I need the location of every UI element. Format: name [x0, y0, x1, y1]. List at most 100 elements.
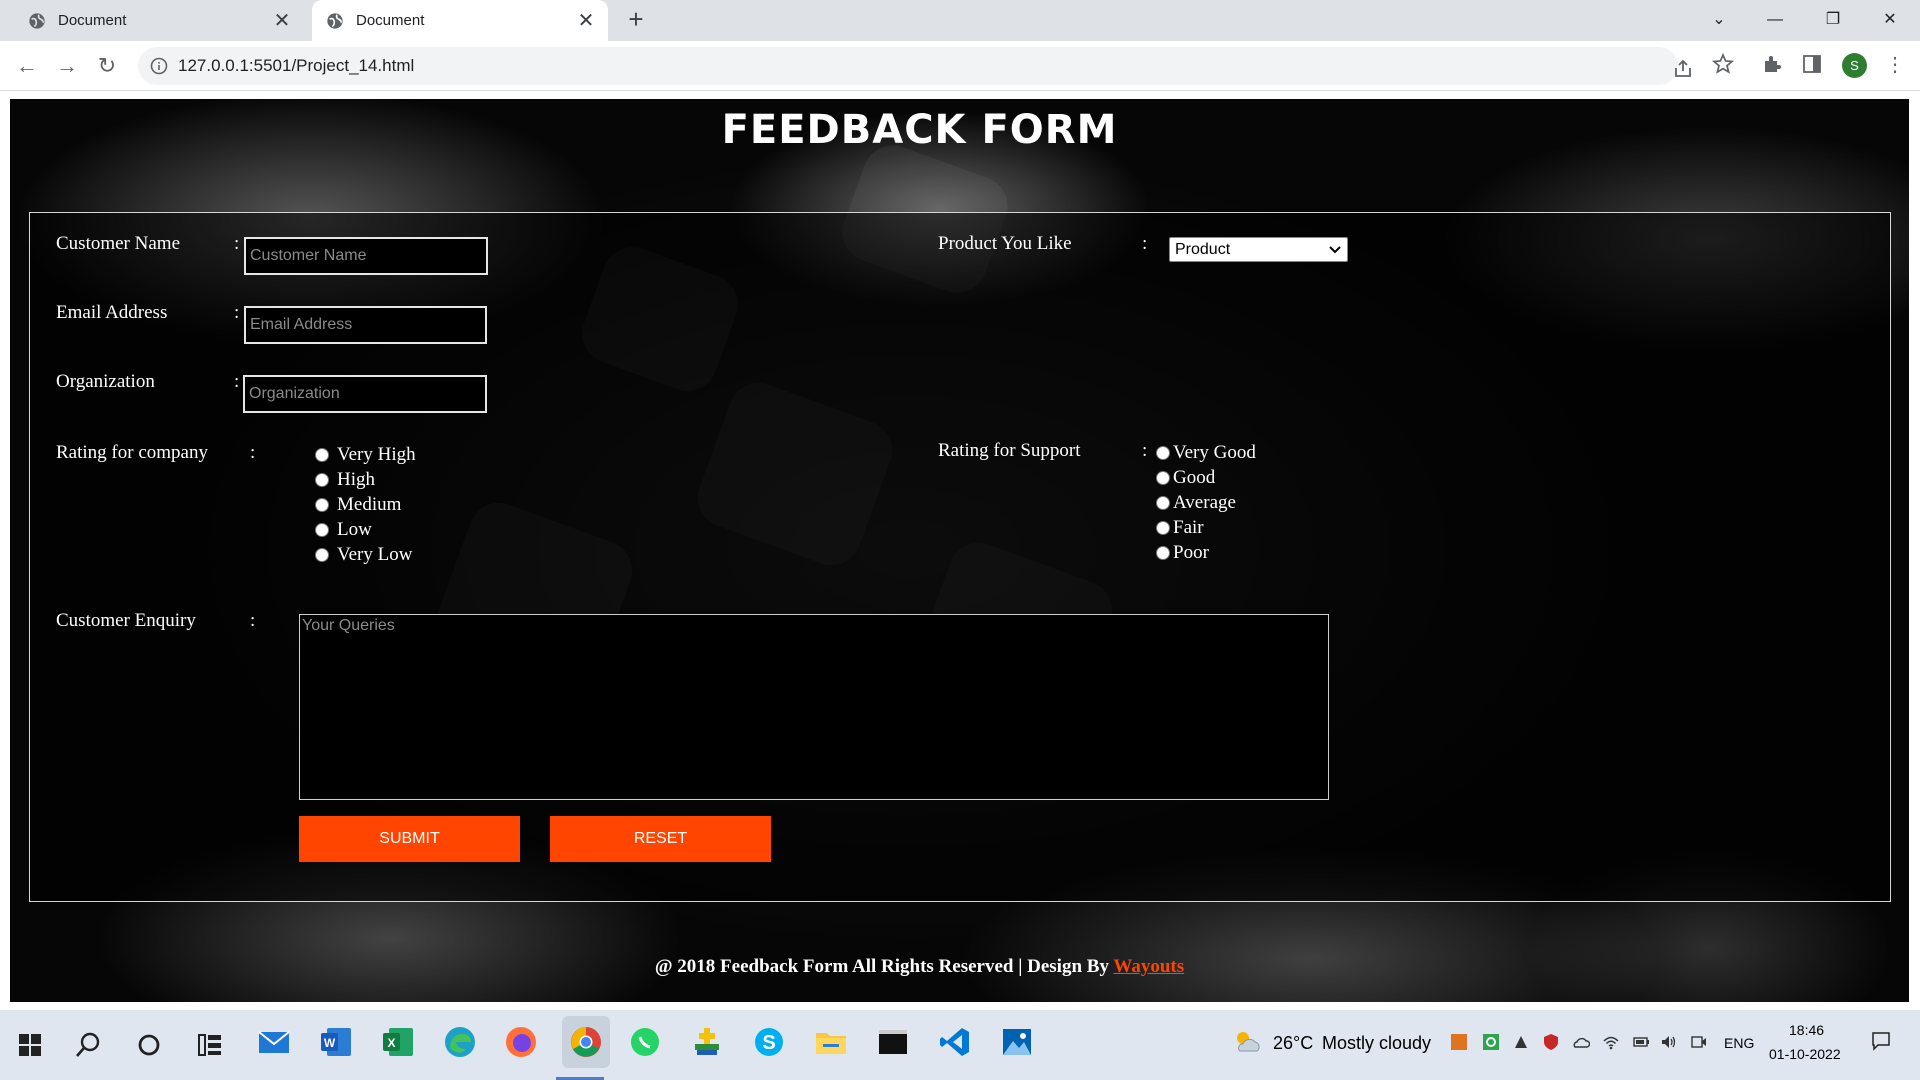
rating-support-option[interactable]: Average: [1156, 492, 1236, 514]
rating-company-option[interactable]: Very Low: [315, 544, 412, 566]
page-title: FEEDBACK FORM: [721, 107, 1118, 153]
radio-button[interactable]: [1156, 446, 1170, 460]
product-select[interactable]: Product: [1169, 237, 1348, 262]
svg-text:X: X: [387, 1036, 395, 1050]
battery-icon[interactable]: [1632, 1033, 1650, 1051]
windows-start-icon[interactable]: [13, 1028, 47, 1062]
security-tray-icon[interactable]: [1542, 1033, 1560, 1051]
radio-label: Very Low: [337, 544, 413, 565]
rating-company-option[interactable]: High: [315, 469, 375, 491]
cortana-icon[interactable]: [134, 1030, 164, 1060]
radio-button[interactable]: [315, 548, 329, 562]
radio-button[interactable]: [1156, 521, 1170, 535]
photos-icon[interactable]: [999, 1024, 1035, 1060]
weather-cloudy-icon[interactable]: [1233, 1029, 1263, 1055]
stack-app-icon[interactable]: [689, 1024, 725, 1060]
rating-company-label: Rating for company: [56, 442, 208, 463]
word-icon[interactable]: W: [318, 1024, 354, 1060]
rating-company-option[interactable]: Medium: [315, 494, 401, 516]
close-window-button[interactable]: ✕: [1878, 8, 1902, 32]
customer-name-input[interactable]: [244, 237, 488, 275]
feedback-form: Customer Name : Email Address : Organiza…: [29, 212, 1891, 902]
back-button[interactable]: ←: [14, 53, 40, 79]
rating-support-option[interactable]: Very Good: [1156, 442, 1256, 464]
customer-name-label: Customer Name: [56, 233, 181, 254]
meet-now-icon[interactable]: [1690, 1033, 1708, 1051]
whatsapp-icon[interactable]: [627, 1024, 663, 1060]
wifi-icon[interactable]: [1602, 1033, 1620, 1051]
feedback-page: FEEDBACK FORM Customer Name : Email Addr…: [10, 99, 1909, 1002]
weather-temperature[interactable]: 26°C: [1273, 1033, 1313, 1054]
side-panel-icon[interactable]: [1801, 53, 1823, 75]
radio-button[interactable]: [1156, 546, 1170, 560]
q-app-tray-icon[interactable]: [1482, 1033, 1500, 1051]
footer-link[interactable]: Wayouts: [1113, 956, 1184, 977]
star-icon[interactable]: [1712, 53, 1734, 75]
submit-button[interactable]: SUBMIT: [299, 816, 520, 862]
rating-company-option[interactable]: Very High: [315, 444, 416, 466]
mail-icon[interactable]: [256, 1024, 292, 1060]
colon-separator: :: [234, 233, 240, 254]
radio-label: Poor: [1173, 542, 1209, 563]
radio-button[interactable]: [315, 498, 329, 512]
language-indicator[interactable]: ENG: [1724, 1035, 1754, 1051]
product-label: Product You Like: [938, 233, 1072, 254]
chrome-taskbar-button[interactable]: [556, 1016, 610, 1080]
radio-label: Fair: [1173, 517, 1204, 538]
clock-time[interactable]: 18:46: [1789, 1022, 1824, 1038]
colon-separator: :: [250, 442, 256, 463]
rating-company-option[interactable]: Low: [315, 519, 372, 541]
radio-label: Very High: [337, 444, 416, 465]
radio-label: Medium: [337, 494, 402, 515]
email-label: Email Address: [56, 302, 168, 323]
powerpoint-tray-icon[interactable]: [1450, 1033, 1468, 1051]
rating-support-option[interactable]: Poor: [1156, 542, 1209, 564]
colon-separator: :: [250, 610, 256, 631]
file-explorer-icon[interactable]: [813, 1024, 849, 1060]
radio-button[interactable]: [1156, 471, 1170, 485]
radio-button[interactable]: [315, 473, 329, 487]
close-icon[interactable]: ✕: [272, 11, 292, 31]
share-icon[interactable]: [1672, 58, 1694, 80]
organization-input[interactable]: [243, 375, 487, 413]
app-tray-icon[interactable]: [1512, 1033, 1530, 1051]
clock-date[interactable]: 01-10-2022: [1769, 1046, 1841, 1062]
browser-tab-2[interactable]: Document ✕: [312, 0, 608, 41]
tab-search-chevron-icon[interactable]: ⌄: [1707, 8, 1731, 32]
forward-button[interactable]: →: [54, 53, 80, 79]
radio-label: Very Good: [1173, 442, 1256, 463]
menu-icon[interactable]: ⋮: [1885, 52, 1905, 78]
close-icon[interactable]: ✕: [576, 11, 596, 31]
restore-button[interactable]: ❐: [1821, 8, 1845, 32]
taskbar: W X S 26°C Mostly cloudy ENG 18:46 01-10…: [0, 1010, 1920, 1080]
browser-tab-1[interactable]: Document ✕: [14, 0, 304, 41]
extensions-icon[interactable]: [1761, 53, 1783, 75]
tab-title: Document: [356, 12, 425, 29]
onedrive-icon[interactable]: [1572, 1033, 1590, 1051]
rating-support-option[interactable]: Good: [1156, 467, 1215, 489]
radio-button[interactable]: [315, 448, 329, 462]
radio-button[interactable]: [1156, 496, 1170, 510]
terminal-icon[interactable]: [875, 1024, 911, 1060]
radio-button[interactable]: [315, 523, 329, 537]
search-icon[interactable]: [73, 1030, 103, 1060]
weather-description[interactable]: Mostly cloudy: [1322, 1033, 1431, 1054]
edge-icon[interactable]: [442, 1024, 478, 1060]
firefox-icon[interactable]: [503, 1024, 539, 1060]
avatar[interactable]: S: [1842, 53, 1867, 78]
task-view-icon[interactable]: [195, 1030, 225, 1060]
address-bar[interactable]: 127.0.0.1:5501/Project_14.html: [138, 47, 1691, 85]
rating-support-option[interactable]: Fair: [1156, 517, 1204, 539]
email-field[interactable]: [244, 306, 487, 344]
excel-icon[interactable]: X: [380, 1024, 416, 1060]
volume-icon[interactable]: [1660, 1033, 1678, 1051]
enquiry-textarea[interactable]: [299, 614, 1329, 800]
info-icon[interactable]: [150, 57, 168, 75]
vscode-icon[interactable]: [937, 1024, 973, 1060]
reload-button[interactable]: ↻: [94, 53, 120, 79]
skype-icon[interactable]: S: [751, 1024, 787, 1060]
new-tab-button[interactable]: +: [624, 6, 648, 32]
notification-icon[interactable]: [1870, 1030, 1892, 1052]
reset-button[interactable]: RESET: [550, 816, 771, 862]
minimize-button[interactable]: —: [1763, 8, 1787, 32]
